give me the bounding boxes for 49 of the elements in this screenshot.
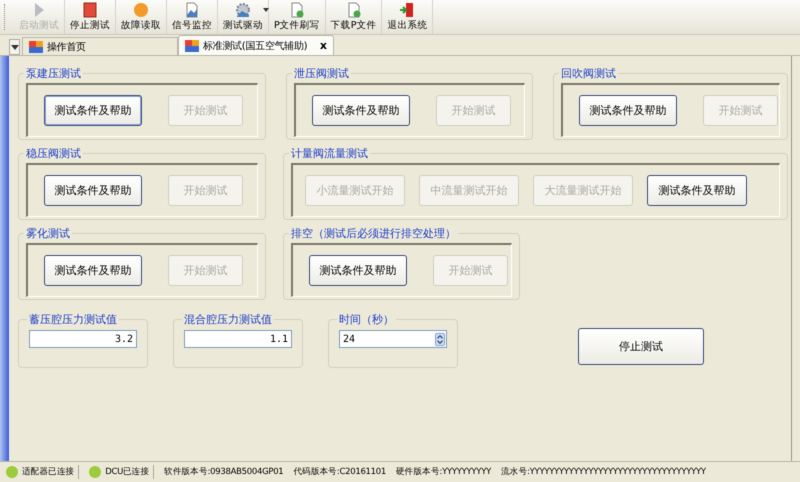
group-title: 回吹阀测试 [560, 66, 617, 81]
toolbar-button[interactable]: P文件刷写 [269, 0, 326, 34]
group-title: 雾化测试 [25, 226, 71, 241]
status-text: 硬件版本号:YYYYYYYYYY [396, 466, 491, 478]
toolbar-button[interactable]: 故障读取 [116, 0, 167, 34]
group-title: 计量阀流量测试 [290, 146, 369, 161]
toolbar-button[interactable]: 退出系统 [382, 0, 434, 34]
status-text: 软件版本号:0938AB5004GP01 [164, 466, 284, 478]
action-button[interactable]: 测试条件及帮助 [44, 95, 142, 126]
action-button[interactable]: 测试条件及帮助 [44, 255, 142, 286]
input-field[interactable]: 3.2 [29, 330, 137, 348]
status-text: DCU已连接 [105, 466, 150, 478]
stop-icon [82, 2, 98, 18]
status-text: 适配器已连接 [22, 466, 74, 478]
action-button[interactable]: 测试条件及帮助 [312, 95, 410, 126]
input-field[interactable]: 1.1 [184, 330, 292, 348]
group-title: 排空（测试后必须进行排空处理） [290, 226, 457, 241]
group-title: 蓄压腔压力测试值 [28, 312, 118, 327]
gear-icon [235, 2, 251, 18]
status-text: 代码版本号:C20161101 [293, 466, 386, 478]
stop-button[interactable]: 停止测试 [578, 328, 704, 365]
window-icon [185, 40, 199, 52]
tab-list-button[interactable] [9, 39, 20, 55]
document-icon [288, 2, 305, 18]
group-title: 混合腔压力测试值 [183, 312, 273, 327]
circle-icon [133, 2, 149, 18]
toolbar-button[interactable]: 停止测试 [65, 0, 116, 34]
caret-icon [10, 44, 18, 50]
action-button[interactable]: 测试条件及帮助 [647, 175, 747, 206]
toolbar-button[interactable]: 测试驱动 [218, 0, 269, 34]
action-button[interactable]: 测试条件及帮助 [44, 175, 142, 206]
document-icon [184, 2, 200, 18]
window-icon [29, 40, 43, 52]
action-button[interactable]: 测试条件及帮助 [309, 255, 407, 286]
spin-field[interactable]: 24 [339, 330, 447, 348]
toolbar-button[interactable]: 信号监控 [167, 0, 218, 34]
group-title: 泄压阀测试 [293, 66, 350, 81]
tab[interactable]: 标准测试(国五空气辅助) x [178, 35, 334, 55]
document-icon [346, 2, 362, 18]
group-title: 稳压阀测试 [25, 146, 82, 161]
group-title: 泵建压测试 [25, 66, 82, 81]
tab[interactable]: 操作首页 [22, 37, 178, 55]
spinner-arrows-icon [435, 332, 445, 346]
action-button[interactable]: 测试条件及帮助 [579, 95, 677, 126]
toolbar-button[interactable]: 下载P文件 [326, 0, 382, 34]
group-title: 时间（秒） [338, 312, 395, 327]
exit-icon [399, 2, 416, 18]
status-text: 流水号:YYYYYYYYYYYYYYYYYYYYYYYYYYYYYYYYYYYY [501, 466, 706, 478]
close-button[interactable]: x [320, 39, 327, 52]
